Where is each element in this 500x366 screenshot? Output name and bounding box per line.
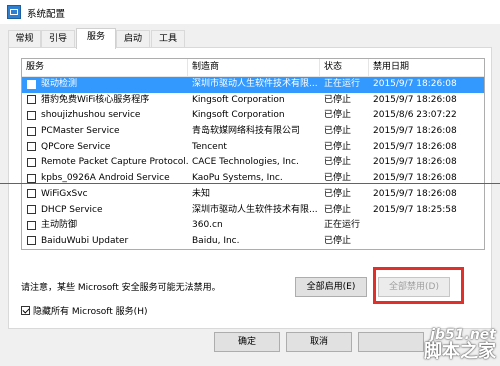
service-name: WiFiGxSvc	[41, 188, 88, 199]
service-manufacturer: CACE Technologies, Inc.	[192, 157, 299, 168]
service-row[interactable]: QPCore Service Tencent 已停止 2015/9/7 18:26:0…	[22, 140, 484, 156]
service-status: 已停止	[324, 141, 352, 152]
service-manufacturer: Baidu, Inc.	[192, 235, 240, 246]
service-checkbox[interactable]	[27, 142, 36, 152]
service-name: BaiduWubi Updater	[41, 235, 129, 246]
window-title: 系统配置	[27, 9, 66, 20]
service-name: Remote Packet Capture Protocol...	[41, 157, 188, 168]
service-status: 已停止	[324, 173, 352, 184]
watermark-name: 脚本之家	[424, 341, 496, 363]
service-manufacturer: Kingsoft Corporation	[192, 94, 285, 105]
service-manufacturer: 深圳市驱动人生软件技术有限...	[192, 79, 318, 89]
service-checkbox[interactable]	[27, 79, 36, 89]
column-header-service[interactable]: 服务	[22, 59, 188, 76]
service-row[interactable]: WiFiGxSvc 未知 已停止 2015/9/7 18:26:08	[22, 187, 484, 203]
service-checkbox[interactable]	[27, 110, 36, 120]
service-status: 已停止	[324, 235, 352, 246]
service-checkbox[interactable]	[27, 205, 36, 214]
service-checkbox[interactable]	[27, 189, 36, 199]
service-row[interactable]: 驱动检测 深圳市驱动人生软件技术有限... 正在运行 2015/9/7 18:26:0…	[22, 77, 484, 93]
service-checkbox[interactable]	[27, 95, 36, 105]
service-status: 正在运行	[324, 79, 361, 89]
service-row[interactable]: PCMaster Service 青岛软媒网络科技有限公司 已停止 2015/9/7 …	[22, 124, 484, 140]
service-disabled-date: 2015/8/6 23:07:22	[373, 110, 457, 121]
notice-text: 请注意，某些 Microsoft 安全服务可能无法禁用。	[21, 283, 221, 293]
hide-microsoft-services[interactable]: 隐藏所有 Microsoft 服务(H)	[21, 304, 147, 317]
service-disabled-date: 2015/9/7 18:26:08	[373, 141, 457, 152]
title-bar: 系统配置	[0, 0, 500, 24]
service-manufacturer: 青岛软媒网络科技有限公司	[192, 126, 301, 137]
service-row[interactable]: 主动防御 360.cn 正在运行	[22, 218, 484, 234]
highlight-annotation	[373, 267, 464, 304]
watermark: jb51.net 脚本之家	[424, 328, 496, 362]
service-row[interactable]: 猎豹免费WiFi核心服务程序 Kingsoft Corporation 已停止 201…	[22, 93, 484, 109]
service-disabled-date	[371, 234, 483, 249]
service-manufacturer: Tencent	[192, 141, 227, 152]
service-status: 已停止	[324, 94, 352, 105]
tab-startup[interactable]: 启动	[116, 30, 150, 48]
service-name: 主动防御	[41, 220, 78, 231]
system-config-icon	[7, 5, 21, 19]
service-rows: 驱动检测 深圳市驱动人生软件技术有限... 正在运行 2015/9/7 18:26:0…	[22, 77, 484, 249]
service-disabled-date: 2015/9/7 18:26:08	[373, 94, 457, 105]
service-checkbox[interactable]	[27, 157, 36, 167]
service-row[interactable]: shoujizhushou service Kingsoft Corporatio…	[22, 108, 484, 124]
service-row[interactable]: DHCP Service 深圳市驱动人生软件技术有限... 已停止 2015/9/7 …	[22, 203, 484, 219]
enable-all-button[interactable]: 全部启用(E)	[295, 277, 367, 297]
service-name: QPCore Service	[41, 141, 111, 152]
service-manufacturer: 360.cn	[192, 220, 223, 231]
service-name: kpbs_0926A Android Service	[41, 173, 170, 184]
tab-boot[interactable]: 引导	[41, 30, 75, 48]
service-status: 已停止	[324, 188, 352, 199]
service-disabled-date: 2015/9/7 18:26:08	[373, 188, 457, 199]
service-manufacturer: 未知	[192, 188, 211, 199]
hide-microsoft-checkbox[interactable]	[21, 306, 30, 315]
service-status: 已停止	[324, 110, 352, 121]
tab-general[interactable]: 常规	[8, 30, 41, 48]
service-name: 驱动检测	[41, 79, 78, 89]
service-status: 已停止	[324, 126, 352, 137]
service-row[interactable]: kpbs_0926A Android Service KaoPu Systems,…	[22, 171, 484, 187]
service-disabled-date: 2015/9/7 18:26:08	[373, 126, 457, 137]
cancel-button[interactable]: 取消	[286, 332, 352, 352]
service-name: shoujizhushou service	[41, 110, 141, 121]
list-header: 服务 制造商 状态 禁用日期	[22, 59, 484, 77]
column-header-status[interactable]: 状态	[320, 59, 369, 76]
service-checkbox[interactable]	[27, 173, 36, 183]
apply-button[interactable]	[358, 332, 424, 352]
service-disabled-date: 2015/9/7 18:26:08	[373, 157, 457, 168]
service-disabled-date: 2015/9/7 18:26:08	[373, 173, 457, 184]
service-manufacturer: 深圳市驱动人生软件技术有限...	[192, 204, 318, 215]
service-status: 已停止	[324, 157, 352, 168]
service-row[interactable]: BaiduWubi Updater Baidu, Inc. 已停止	[22, 234, 484, 249]
service-disabled-date: 2015/9/7 18:25:58	[373, 204, 457, 215]
annotation-line	[0, 183, 500, 184]
tab-tools[interactable]: 工具	[151, 30, 185, 48]
service-disabled-date: 2015/9/7 18:26:08	[373, 79, 457, 89]
service-checkbox[interactable]	[27, 126, 36, 136]
column-header-disabled-date[interactable]: 禁用日期	[369, 59, 484, 76]
service-checkbox[interactable]	[27, 236, 36, 246]
tab-services[interactable]: 服务	[76, 28, 116, 49]
service-name: DHCP Service	[41, 204, 103, 215]
service-status: 正在运行	[324, 220, 361, 231]
service-manufacturer: Kingsoft Corporation	[192, 110, 285, 121]
ok-button[interactable]: 确定	[214, 332, 280, 352]
service-row[interactable]: Remote Packet Capture Protocol... CACE Te…	[22, 155, 484, 171]
service-status: 已停止	[324, 204, 352, 215]
hide-microsoft-label: 隐藏所有 Microsoft 服务(H)	[33, 307, 148, 317]
service-name: PCMaster Service	[41, 126, 120, 137]
column-header-manufacturer[interactable]: 制造商	[188, 59, 320, 76]
service-manufacturer: KaoPu Systems, Inc.	[192, 173, 283, 184]
service-disabled-date	[371, 218, 483, 234]
service-checkbox[interactable]	[27, 220, 36, 230]
service-name: 猎豹免费WiFi核心服务程序	[41, 94, 150, 105]
services-list[interactable]: 服务 制造商 状态 禁用日期 驱动检测 深圳市驱动人生软件技术有限... 正在运行 2…	[21, 58, 485, 250]
